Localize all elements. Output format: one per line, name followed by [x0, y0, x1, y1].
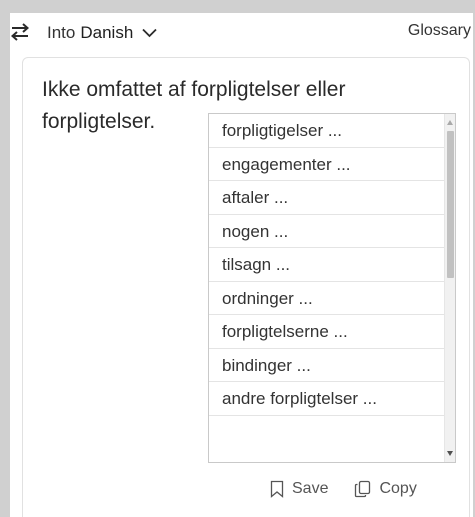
copy-label: Copy [379, 480, 417, 497]
target-language-name: Danish [80, 23, 134, 42]
alternatives-list: forpligtigelser ... engagementer ... aft… [209, 114, 446, 416]
target-language-selector[interactable]: Into Danish [47, 20, 157, 46]
alternative-item[interactable]: forpligtelserne ... [209, 315, 446, 349]
glossary-button[interactable]: Glossary [408, 22, 471, 40]
alternative-item[interactable]: ordninger ... [209, 282, 446, 315]
dropdown-scrollbar[interactable] [444, 114, 455, 462]
alternative-item[interactable]: forpligtigelser ... [209, 114, 446, 148]
chevron-down-icon [142, 28, 157, 38]
save-label: Save [292, 480, 329, 497]
swap-arrows-icon[interactable] [10, 22, 30, 42]
action-bar: Save Copy [270, 476, 417, 502]
alternative-item[interactable]: tilsagn ... [209, 248, 446, 282]
target-language-prefix: Into [47, 23, 76, 42]
scroll-down-arrow-icon[interactable] [447, 451, 453, 456]
window-frame-top [0, 0, 475, 13]
alternative-item[interactable]: nogen ... [209, 215, 446, 248]
bookmark-icon [270, 480, 284, 498]
alternative-item[interactable]: bindinger ... [209, 349, 446, 382]
alternative-item[interactable]: engagementer ... [209, 148, 446, 181]
scroll-up-arrow-icon[interactable] [447, 120, 453, 125]
alternative-item[interactable]: aftaler ... [209, 181, 446, 215]
save-button[interactable]: Save [270, 480, 328, 498]
alternative-item[interactable]: andre forpligtelser ... [209, 382, 446, 416]
translator-header: Into Danish Glossary [10, 13, 473, 55]
scrollbar-thumb[interactable] [447, 131, 454, 278]
alternatives-dropdown[interactable]: forpligtigelser ... engagementer ... aft… [208, 113, 456, 463]
window-frame-left [0, 13, 10, 517]
copy-icon [355, 480, 371, 498]
copy-button[interactable]: Copy [354, 480, 417, 498]
